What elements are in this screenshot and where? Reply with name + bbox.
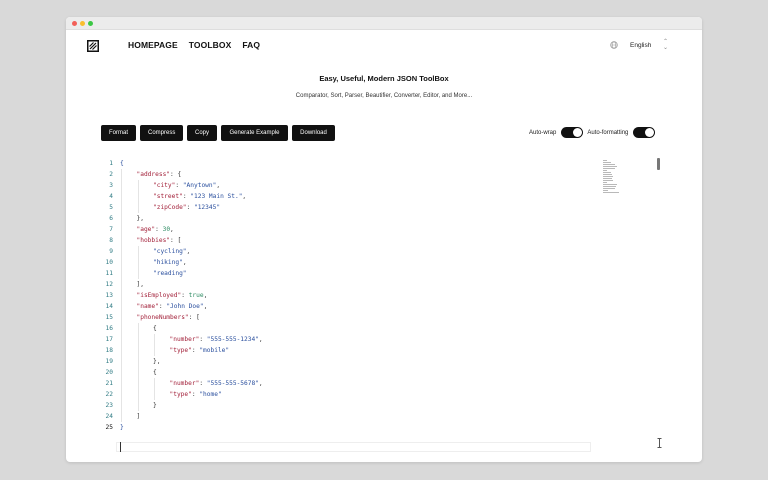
line-number: 15 — [105, 314, 113, 321]
code-text: "reading" — [153, 270, 187, 277]
nav-homepage[interactable]: HOMEPAGE — [128, 40, 178, 50]
code-text: { — [153, 369, 157, 376]
indent-guide — [154, 334, 155, 356]
text-cursor — [120, 442, 121, 452]
code-text: "isEmployed": true, — [136, 292, 208, 299]
app-window: HOMEPAGE TOOLBOX FAQ English ⌃ ⌄ Easy, Us… — [66, 17, 702, 462]
line-number: 19 — [105, 358, 113, 365]
code-text: "zipCode": "12345" — [153, 204, 221, 211]
code-text: } — [120, 424, 124, 431]
close-window-button[interactable] — [72, 21, 77, 26]
indent-guide — [154, 378, 155, 400]
download-button[interactable]: Download — [292, 125, 335, 141]
code-text: "cycling", — [153, 248, 191, 255]
code-text: "address": { — [136, 171, 182, 178]
code-text: }, — [136, 215, 144, 222]
minimize-window-button[interactable] — [80, 21, 85, 26]
page-subtitle: Comparator, Sort, Parser, Beautifier, Co… — [295, 93, 473, 99]
nav-faq[interactable]: FAQ — [242, 40, 260, 50]
line-number: 22 — [105, 391, 113, 398]
code-text: "number": "555-555-5678", — [169, 380, 263, 387]
code-text: "city": "Anytown", — [153, 182, 221, 189]
editor-toggles: Auto-wrap Auto-formatting — [529, 127, 659, 138]
text-cursor-icon — [657, 438, 662, 448]
auto-wrap-toggle[interactable] — [561, 127, 584, 138]
active-line-highlight — [116, 442, 591, 452]
code-text: } — [153, 402, 157, 409]
main-nav: HOMEPAGE TOOLBOX FAQ — [128, 40, 260, 50]
indent-guide — [137, 180, 139, 213]
nav-toolbox[interactable]: TOOLBOX — [189, 40, 232, 50]
auto-formatting-toggle[interactable] — [633, 127, 656, 138]
code-text: "phoneNumbers": [ — [136, 314, 200, 321]
zoom-window-button[interactable] — [88, 21, 93, 26]
line-number: 1 — [109, 160, 113, 167]
code-text: "number": "555-555-1234", — [169, 336, 263, 343]
code-text: "street": "123 Main St.", — [153, 193, 247, 200]
code-text: { — [153, 325, 157, 332]
chevron-updown-icon: ⌃ ⌄ — [662, 39, 668, 51]
code-text: ], — [136, 281, 144, 288]
line-number: 20 — [105, 369, 113, 376]
auto-wrap-label: Auto-wrap — [529, 129, 557, 136]
minimap[interactable] — [603, 160, 623, 194]
line-number: 2 — [109, 171, 113, 178]
line-number: 18 — [105, 347, 113, 354]
code-text: "age": 30, — [136, 226, 174, 233]
line-number: 10 — [105, 259, 113, 266]
indent-guide — [137, 323, 139, 411]
code-text: "hiking", — [153, 259, 187, 266]
format-button[interactable]: Format — [101, 125, 136, 141]
line-number: 23 — [105, 402, 113, 409]
line-number: 9 — [109, 248, 113, 255]
code-text: { — [120, 160, 124, 167]
line-number: 24 — [105, 413, 113, 420]
vertical-scrollbar[interactable] — [657, 158, 660, 170]
line-number: 16 — [105, 325, 113, 332]
auto-formatting-label: Auto-formatting — [587, 129, 629, 136]
code-text: }, — [153, 358, 161, 365]
globe-icon — [610, 41, 618, 49]
line-number: 14 — [105, 303, 113, 310]
compress-button[interactable]: Compress — [140, 125, 183, 141]
language-select[interactable]: English ⌃ ⌄ — [604, 37, 676, 53]
toggle-knob — [645, 128, 655, 137]
line-number: 13 — [105, 292, 113, 299]
line-number: 3 — [109, 182, 113, 189]
json-editor[interactable]: 1 {2 "address": { 3 "city": "Anytown", 4 "stre… — [101, 156, 667, 452]
code-text: "type": "home" — [169, 391, 222, 398]
indent-guide — [137, 246, 139, 279]
page-title: Easy, Useful, Modern JSON ToolBox — [319, 74, 449, 83]
editor-toolbar: Format Compress Copy Generate Example Do… — [101, 125, 335, 141]
line-number: 12 — [105, 281, 113, 288]
line-number: 21 — [105, 380, 113, 387]
line-number: 5 — [109, 204, 113, 211]
logo-icon[interactable] — [87, 39, 99, 52]
line-number: 4 — [109, 193, 113, 200]
code-text: "name": "John Doe", — [136, 303, 208, 310]
code-text: "hobbies": [ — [136, 237, 182, 244]
indent-guide — [121, 169, 122, 422]
generate-example-button[interactable]: Generate Example — [221, 125, 288, 141]
code-text: ] — [136, 413, 141, 420]
line-number: 8 — [109, 237, 113, 244]
line-number: 11 — [105, 270, 113, 277]
code-text: "type": "mobile" — [169, 347, 230, 354]
line-number: 6 — [109, 215, 113, 222]
line-number: 17 — [105, 336, 113, 343]
copy-button[interactable]: Copy — [187, 125, 217, 141]
toggle-knob — [573, 128, 583, 137]
window-titlebar — [66, 17, 702, 30]
line-number: 25 — [105, 424, 113, 431]
line-number: 7 — [109, 226, 113, 233]
language-label: English — [630, 41, 652, 49]
